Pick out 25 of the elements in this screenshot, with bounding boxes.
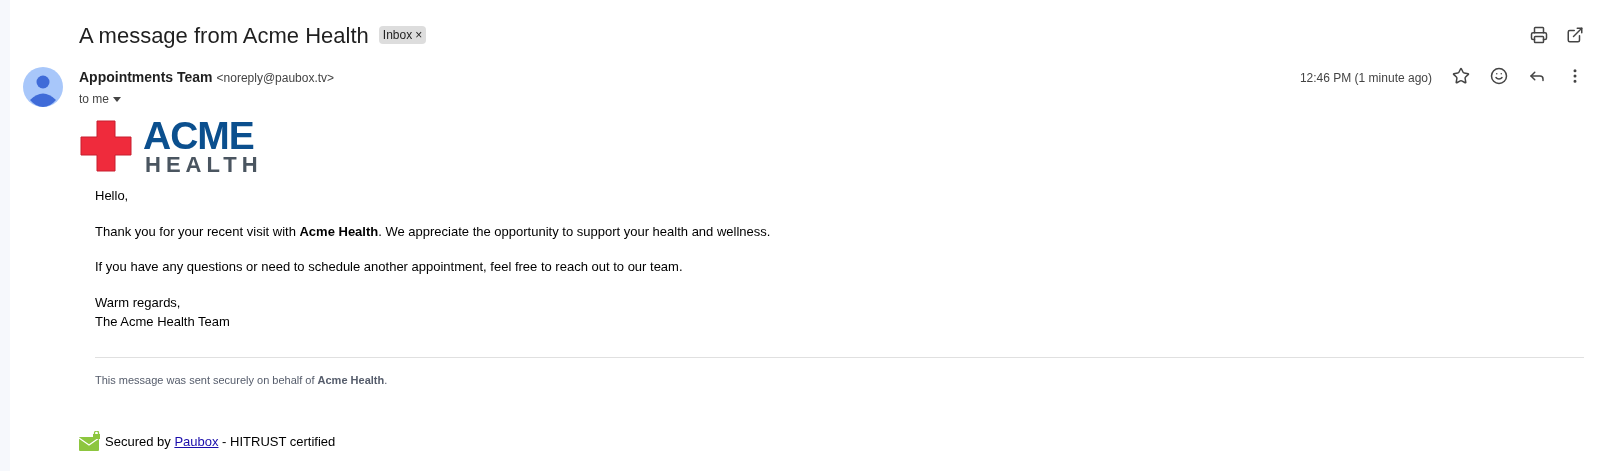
secure-mail-icon (79, 431, 101, 451)
signoff-line: Warm regards, (95, 293, 182, 312)
cross-logo-icon (79, 119, 133, 173)
body-paragraph: Hello, (95, 187, 130, 205)
inbox-label: Inbox × (378, 26, 427, 44)
star-icon[interactable] (1452, 67, 1470, 85)
caret-icon (113, 96, 121, 102)
sender-name: Appointments Team (79, 68, 213, 87)
paubox-link[interactable]: Paubox (174, 433, 219, 449)
logo-subtitle: HEALTH (145, 154, 263, 176)
avatar-icon (23, 67, 63, 107)
remove-label-button[interactable]: × (415, 26, 423, 44)
footer-note: This message was sent securely on behalf of Acme Health. (95, 373, 388, 386)
signoff-line: The Acme Health Team (95, 313, 231, 331)
body-paragraph: If you have any questions or need to schedule another appointment, feel free to reach out to our team. (95, 258, 684, 276)
secured-by-text: Secured by Paubox - HITRUST certified (105, 432, 336, 451)
sender-email: <noreply@paubox.tv> (216, 70, 335, 87)
email-subject: A message from Acme Health (79, 21, 369, 50)
print-icon[interactable] (1530, 26, 1548, 44)
recipient-details-button[interactable]: to me (79, 90, 335, 108)
open-in-new-window-icon[interactable] (1566, 26, 1584, 44)
emoji-icon[interactable] (1490, 67, 1508, 85)
timestamp: 12:46 PM (1 minute ago) (1299, 70, 1432, 87)
body-paragraph: Thank you for your recent visit with Acme Health. We appreciate the opportunity to support your health and wellness. (95, 222, 772, 241)
logo-wordmark: ACME (143, 116, 255, 155)
